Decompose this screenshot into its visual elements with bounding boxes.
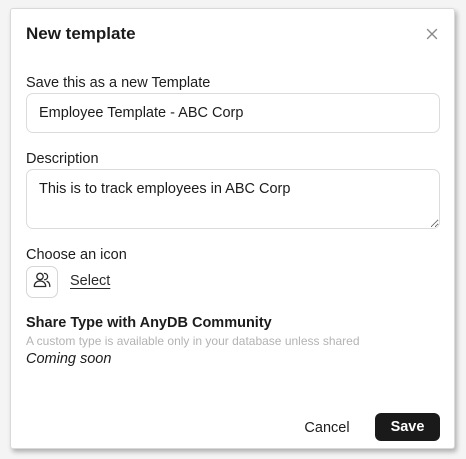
dialog-title: New template [26,24,136,43]
users-icon [32,270,52,295]
description-textarea[interactable]: This is to track employees in ABC Corp [26,169,440,229]
share-section-title: Share Type with AnyDB Community [26,315,272,331]
save-button[interactable]: Save [375,413,440,441]
description-label: Description [26,151,99,167]
select-icon-link[interactable]: Select [70,273,110,289]
template-name-input[interactable] [26,93,440,133]
screen-backdrop: New template Save this as a new Template… [0,0,466,459]
template-name-label: Save this as a new Template [26,75,211,91]
coming-soon-text: Coming soon [26,351,112,367]
close-icon[interactable] [423,25,441,43]
choose-icon-label: Choose an icon [26,247,127,263]
cancel-button[interactable]: Cancel [294,414,360,442]
share-section-subtitle: A custom type is available only in your … [26,334,360,348]
icon-picker-button[interactable] [26,266,58,298]
new-template-dialog: New template Save this as a new Template… [10,8,455,449]
